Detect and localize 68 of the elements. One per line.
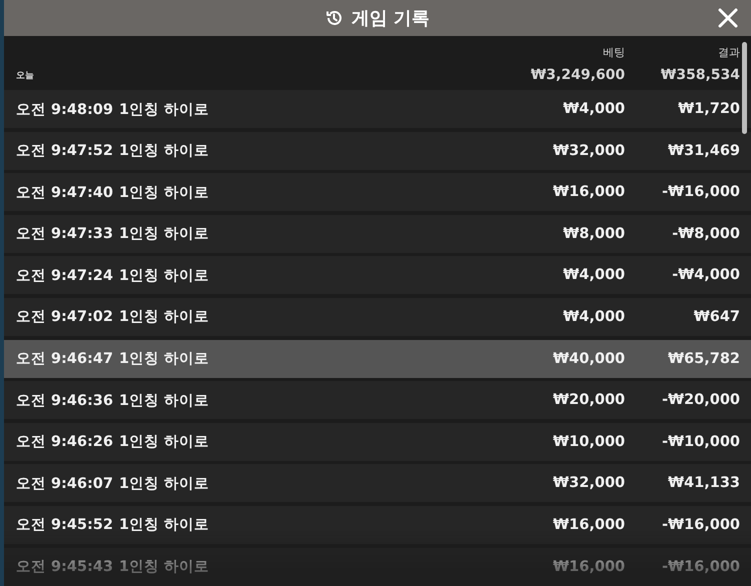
history-row[interactable]: 오전 9:48:09 1인칭 하이로 ₩4,000 ₩1,720 [4, 90, 751, 128]
bet-amount: ₩10,000 [552, 434, 625, 450]
bet-amount: ₩40,000 [552, 350, 625, 367]
time-text: 오전 9:47:33 [16, 225, 114, 244]
time-text: 오전 9:46:47 [16, 350, 114, 368]
game-name: 1인칭 하이로 [119, 225, 210, 244]
result-amount: ₩41,133 [667, 475, 740, 492]
history-icon [325, 9, 344, 27]
time-text: 오전 9:46:07 [16, 474, 114, 493]
history-row[interactable]: 오전 9:45:52 1인칭 하이로 ₩16,000 -₩16,000 [4, 506, 751, 544]
history-row[interactable]: 오전 9:46:26 1인칭 하이로 ₩10,000 -₩10,000 [4, 422, 751, 461]
game-name: 1인칭 하이로 [119, 100, 210, 118]
bet-amount: ₩32,000 [552, 142, 625, 159]
column-header: 결과 [717, 45, 740, 60]
result-amount: ₩1,720 [677, 101, 740, 117]
bet-amount: ₩8,000 [562, 226, 625, 242]
history-row[interactable]: 오전 9:47:40 1인칭 하이로 ₩16,000 -₩16,000 [4, 173, 751, 212]
bet-amount: ₩4,000 [562, 101, 625, 117]
game-name: 1인칭 하이로 [119, 184, 210, 202]
bet-amount: ₩16,000 [552, 558, 625, 575]
result-amount: ₩31,469 [667, 142, 740, 159]
result-amount: -₩8,000 [671, 226, 740, 242]
game-name: 1인칭 하이로 [119, 392, 210, 410]
date-label: 오늘 [16, 70, 35, 82]
history-row[interactable]: 오전 9:46:36 1인칭 하이로 ₩20,000 -₩20,000 [4, 381, 751, 420]
result-amount: -₩10,000 [661, 434, 740, 450]
history-row[interactable]: 오전 9:47:52 1인칭 하이로 ₩32,000 ₩31,469 [4, 132, 751, 170]
result-amount: -₩20,000 [661, 392, 740, 408]
game-name: 1인칭 하이로 [119, 142, 210, 160]
time-text: 오전 9:47:02 [16, 308, 114, 326]
result-amount: -₩16,000 [661, 558, 740, 575]
bet-amount: ₩32,000 [552, 475, 625, 492]
result-amount: ₩65,782 [667, 350, 740, 367]
time-text: 오전 9:45:43 [16, 558, 114, 576]
bet-amount: ₩4,000 [562, 267, 625, 284]
column-header: 베팅 [602, 45, 625, 60]
history-row[interactable]: 오전 9:47:33 1인칭 하이로 ₩8,000 -₩8,000 [4, 214, 751, 253]
time-text: 오전 9:45:52 [16, 516, 114, 534]
result-amount: -₩16,000 [661, 516, 740, 533]
result-amount: -₩16,000 [661, 184, 740, 200]
total-bet: ₩3,249,600 [530, 67, 625, 83]
time-text: 오전 9:47:52 [16, 142, 114, 160]
result-amount: -₩4,000 [671, 267, 740, 284]
history-row[interactable]: 오전 9:47:02 1인칭 하이로 ₩4,000 ₩647 [4, 298, 751, 336]
game-name: 1인칭 하이로 [119, 308, 210, 326]
time-text: 오전 9:47:24 [16, 266, 114, 285]
time-text: 오전 9:48:09 [16, 100, 114, 118]
game-name: 1인칭 하이로 [119, 474, 210, 493]
game-name: 1인칭 하이로 [119, 266, 210, 285]
game-name: 1인칭 하이로 [119, 516, 210, 534]
window-title: 게임 기록 [351, 7, 430, 30]
history-row[interactable]: 오전 9:46:07 1인칭 하이로 ₩32,000 ₩41,133 [4, 464, 751, 502]
time-text: 오전 9:47:40 [16, 184, 114, 202]
game-name: 1인칭 하이로 [119, 433, 210, 452]
history-row[interactable]: 오전 9:47:24 1인칭 하이로 ₩4,000 -₩4,000 [4, 256, 751, 294]
result-amount: ₩647 [692, 308, 740, 325]
close-button[interactable] [717, 7, 739, 29]
time-text: 오전 9:46:26 [16, 433, 114, 452]
time-text: 오전 9:46:36 [16, 392, 114, 410]
total-result: ₩358,534 [660, 67, 740, 83]
scrollbar[interactable] [742, 42, 747, 134]
bet-amount: ₩4,000 [562, 308, 625, 325]
bet-amount: ₩16,000 [552, 516, 625, 533]
game-name: 1인칭 하이로 [119, 558, 210, 576]
bet-amount: ₩16,000 [552, 184, 625, 200]
game-name: 1인칭 하이로 [119, 350, 210, 368]
bet-amount: ₩20,000 [552, 392, 625, 408]
history-row[interactable]: 오전 9:46:47 1인칭 하이로 ₩40,000 ₩65,782 [4, 340, 751, 378]
